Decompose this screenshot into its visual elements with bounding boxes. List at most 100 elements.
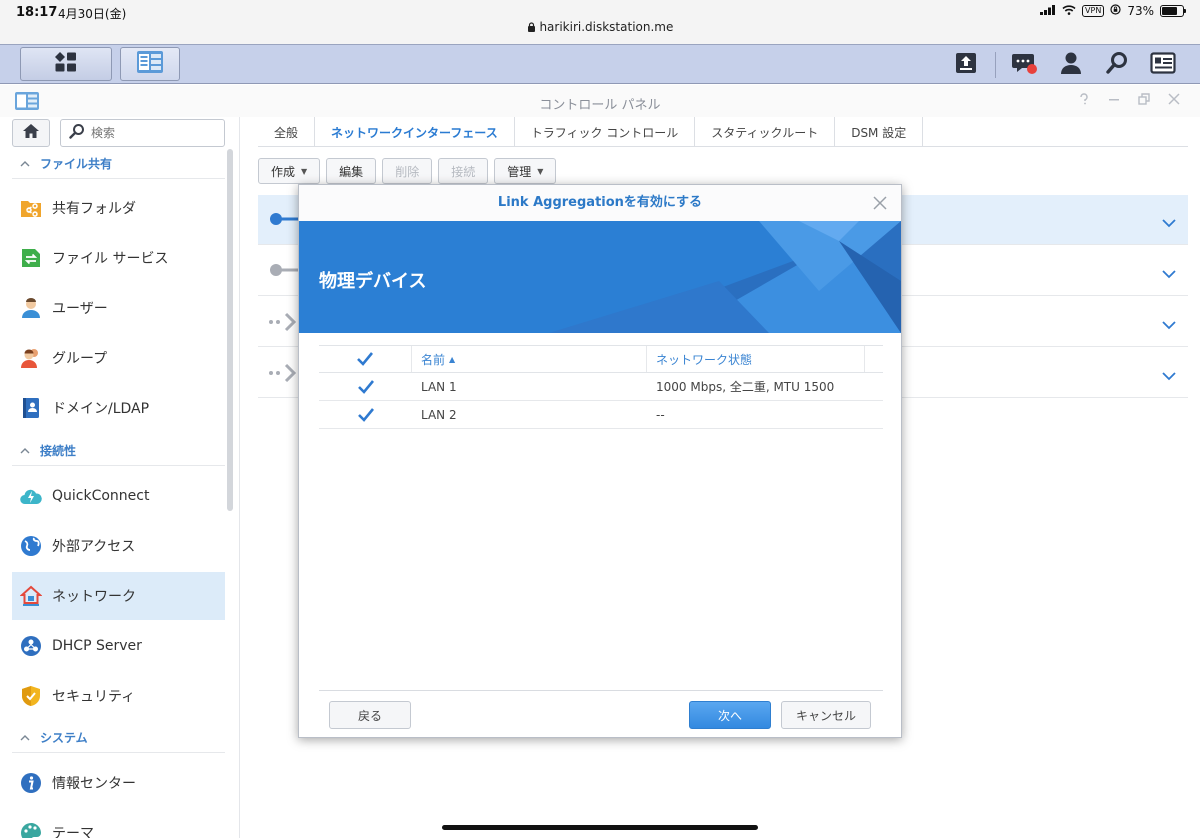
section-label: 接続性 bbox=[40, 444, 77, 458]
sidebar-scrollbar[interactable] bbox=[227, 149, 233, 511]
sidebar-item-external-access[interactable]: 外部アクセス bbox=[12, 522, 225, 570]
sidebar-item-dhcp-server[interactable]: DHCP Server bbox=[12, 622, 225, 670]
sidebar-item-label: ファイル サービス bbox=[52, 251, 169, 267]
taskbar-right-icons bbox=[943, 49, 1186, 81]
window-controls bbox=[1078, 93, 1180, 109]
window-title: コントロール パネル bbox=[539, 98, 661, 113]
home-icon bbox=[22, 123, 40, 143]
sidebar-item-network[interactable]: ネットワーク bbox=[12, 572, 225, 620]
row-checkbox[interactable] bbox=[319, 401, 412, 428]
select-all-checkbox[interactable] bbox=[319, 346, 412, 372]
chevron-up-icon bbox=[20, 731, 30, 744]
manage-button[interactable]: 管理 ▼ bbox=[494, 158, 557, 184]
sidebar-item-file-services[interactable]: ファイル サービス bbox=[12, 234, 225, 282]
link-aggregation-dialog: Link Aggregationを有効にする 物理デバイス 名前 ▲ ネットワー… bbox=[298, 184, 902, 738]
column-header-spacer bbox=[865, 346, 883, 372]
sidebar-item-label: 共有フォルダ bbox=[52, 201, 136, 217]
sidebar-item-domain-ldap[interactable]: ドメイン/LDAP bbox=[12, 384, 225, 432]
wifi-icon bbox=[1062, 4, 1076, 18]
column-name-label: 名前 bbox=[421, 352, 446, 367]
tab-general[interactable]: 全般 bbox=[258, 117, 316, 147]
connect-label: 接続 bbox=[451, 164, 476, 179]
user-menu-button[interactable] bbox=[1048, 49, 1094, 81]
battery-icon bbox=[1160, 5, 1186, 17]
sidebar-item-label: QuickConnect bbox=[52, 488, 150, 504]
user-icon bbox=[1059, 51, 1083, 79]
sidebar-item-security[interactable]: セキュリティ bbox=[12, 672, 225, 720]
upload-queue-button[interactable] bbox=[943, 49, 989, 81]
device-name: LAN 1 bbox=[421, 379, 457, 394]
tab-traffic-control[interactable]: トラフィック コントロール bbox=[515, 117, 696, 147]
notifications-button[interactable] bbox=[1002, 49, 1048, 81]
row-checkbox[interactable] bbox=[319, 373, 412, 400]
close-window-icon[interactable] bbox=[1168, 93, 1180, 109]
chevron-down-icon[interactable] bbox=[1162, 366, 1176, 385]
table-row[interactable]: LAN 2 -- bbox=[319, 401, 883, 429]
sidebar-item-quickconnect[interactable]: QuickConnect bbox=[12, 472, 225, 520]
delete-button[interactable]: 削除 bbox=[382, 158, 433, 184]
info-icon bbox=[20, 772, 42, 794]
section-label: ファイル共有 bbox=[40, 157, 113, 171]
directory-icon bbox=[20, 397, 42, 419]
sidebar-search[interactable] bbox=[60, 119, 225, 147]
minimize-icon[interactable] bbox=[1108, 93, 1120, 109]
chevron-down-icon[interactable] bbox=[1162, 213, 1176, 232]
checkmark-icon bbox=[357, 407, 374, 422]
grid-header: 名前 ▲ ネットワーク状態 bbox=[319, 345, 883, 373]
caret-down-icon: ▼ bbox=[537, 166, 544, 176]
dhcp-icon bbox=[20, 635, 42, 657]
sidebar-item-label: ドメイン/LDAP bbox=[52, 401, 150, 417]
file-services-icon bbox=[20, 247, 42, 269]
column-header-status[interactable]: ネットワーク状態 bbox=[647, 346, 865, 372]
caret-down-icon: ▼ bbox=[301, 166, 308, 176]
help-icon[interactable] bbox=[1078, 93, 1090, 109]
home-indicator[interactable] bbox=[442, 825, 758, 830]
lock-icon bbox=[527, 20, 540, 34]
checkmark-icon bbox=[357, 352, 374, 366]
upload-icon bbox=[955, 52, 977, 78]
table-row[interactable]: LAN 1 1000 Mbps, 全二重, MTU 1500 bbox=[319, 373, 883, 401]
chevron-down-icon[interactable] bbox=[1162, 315, 1176, 334]
edit-button[interactable]: 編集 bbox=[326, 158, 377, 184]
tab-network-interface[interactable]: ネットワークインターフェース bbox=[315, 117, 515, 147]
section-file-sharing[interactable]: ファイル共有 bbox=[12, 149, 225, 179]
search-button[interactable] bbox=[1094, 49, 1140, 81]
taskbar-separator bbox=[995, 52, 996, 78]
control-panel-taskbar-button[interactable] bbox=[120, 47, 180, 81]
create-button[interactable]: 作成 ▼ bbox=[258, 158, 321, 184]
tab-static-route[interactable]: スタティックルート bbox=[695, 117, 836, 147]
search-input[interactable] bbox=[91, 126, 211, 140]
window-titlebar: コントロール パネル bbox=[0, 85, 1200, 117]
tab-dsm-settings[interactable]: DSM 設定 bbox=[835, 117, 924, 147]
quickconnect-cloud-icon bbox=[20, 485, 42, 507]
column-header-name[interactable]: 名前 ▲ bbox=[412, 346, 647, 372]
address-bar[interactable]: harikiri.diskstation.me bbox=[0, 20, 1200, 34]
address-url: harikiri.diskstation.me bbox=[539, 20, 674, 34]
sidebar: ファイル共有 共有フォルダ ファイル サービス ユーザー グループ ドメイン/L… bbox=[0, 117, 240, 838]
widgets-button[interactable] bbox=[1140, 49, 1186, 81]
home-button[interactable] bbox=[12, 119, 50, 147]
sidebar-item-label: 外部アクセス bbox=[52, 539, 136, 555]
sidebar-item-shared-folder[interactable]: 共有フォルダ bbox=[12, 184, 225, 232]
main-menu-button[interactable] bbox=[20, 47, 112, 81]
sidebar-item-label: DHCP Server bbox=[52, 638, 142, 654]
connect-button[interactable]: 接続 bbox=[438, 158, 489, 184]
section-system[interactable]: システム bbox=[12, 723, 225, 753]
chat-bubble-icon bbox=[1011, 50, 1039, 80]
sidebar-item-label: テーマ bbox=[52, 826, 94, 838]
globe-icon bbox=[20, 535, 42, 557]
sidebar-item-theme[interactable]: テーマ bbox=[12, 809, 225, 838]
cancel-button[interactable]: キャンセル bbox=[781, 701, 871, 729]
sidebar-item-users[interactable]: ユーザー bbox=[12, 284, 225, 332]
close-icon[interactable] bbox=[873, 195, 887, 214]
chevron-down-icon[interactable] bbox=[1162, 264, 1176, 283]
section-connectivity[interactable]: 接続性 bbox=[12, 436, 225, 466]
sidebar-item-info-center[interactable]: 情報センター bbox=[12, 759, 225, 807]
back-button[interactable]: 戻る bbox=[329, 701, 411, 729]
sidebar-item-groups[interactable]: グループ bbox=[12, 334, 225, 382]
next-button[interactable]: 次へ bbox=[689, 701, 771, 729]
app-grid-icon bbox=[54, 51, 78, 77]
sidebar-item-label: セキュリティ bbox=[52, 689, 136, 705]
restore-icon[interactable] bbox=[1138, 93, 1150, 109]
sort-ascending-icon: ▲ bbox=[449, 354, 456, 364]
